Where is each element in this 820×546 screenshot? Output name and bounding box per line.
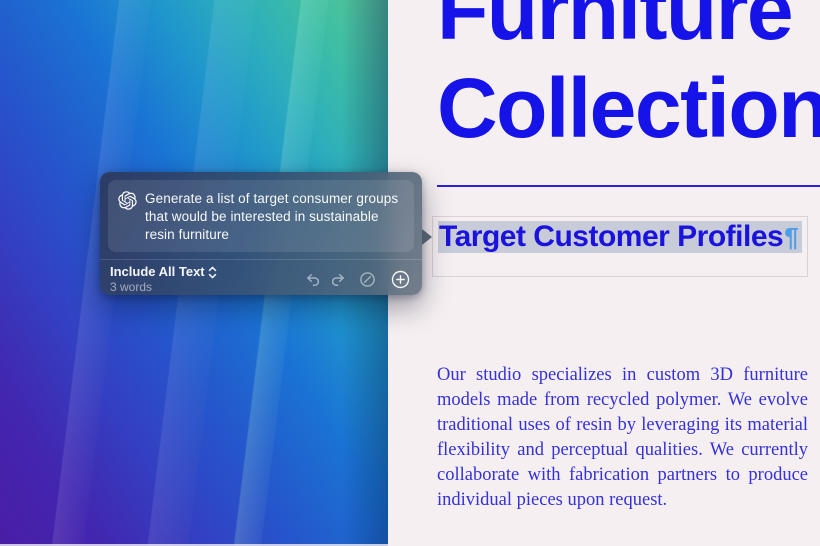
- plus-circle-icon: [391, 270, 410, 289]
- undo-button[interactable]: [305, 272, 321, 288]
- redo-icon: [330, 272, 346, 288]
- undo-icon: [305, 272, 321, 288]
- word-count: 3 words: [110, 281, 217, 295]
- text-selection[interactable]: Target Customer Profiles¶: [438, 221, 802, 253]
- heading-line: Target Customer Profiles¶: [438, 221, 802, 253]
- heading-text-frame[interactable]: Target Customer Profiles¶: [432, 216, 808, 277]
- openai-logo-icon: [118, 191, 137, 210]
- prompt-text: Generate a list of target consumer group…: [145, 190, 403, 244]
- popup-footer: Include All Text 3 words: [100, 260, 422, 295]
- scope-selector[interactable]: Include All Text: [110, 265, 217, 280]
- document-title: Furniture Collection: [437, 0, 820, 157]
- ai-prompt-popup[interactable]: Generate a list of target consumer group…: [100, 172, 422, 295]
- insert-button[interactable]: [391, 270, 410, 289]
- slash-circle-icon: [359, 271, 376, 288]
- chevron-up-down-icon: [208, 266, 217, 279]
- section-heading: Target Customer Profiles: [439, 220, 783, 253]
- pilcrow-mark: ¶: [784, 222, 798, 252]
- scope-label: Include All Text: [110, 265, 205, 280]
- regenerate-button[interactable]: [359, 271, 376, 288]
- redo-button[interactable]: [330, 272, 346, 288]
- title-divider-rule: [437, 185, 820, 187]
- popup-tail-pointer: [422, 229, 432, 245]
- prompt-bubble[interactable]: Generate a list of target consumer group…: [108, 180, 414, 252]
- body-paragraph[interactable]: Our studio specializes in custom 3D furn…: [437, 363, 808, 513]
